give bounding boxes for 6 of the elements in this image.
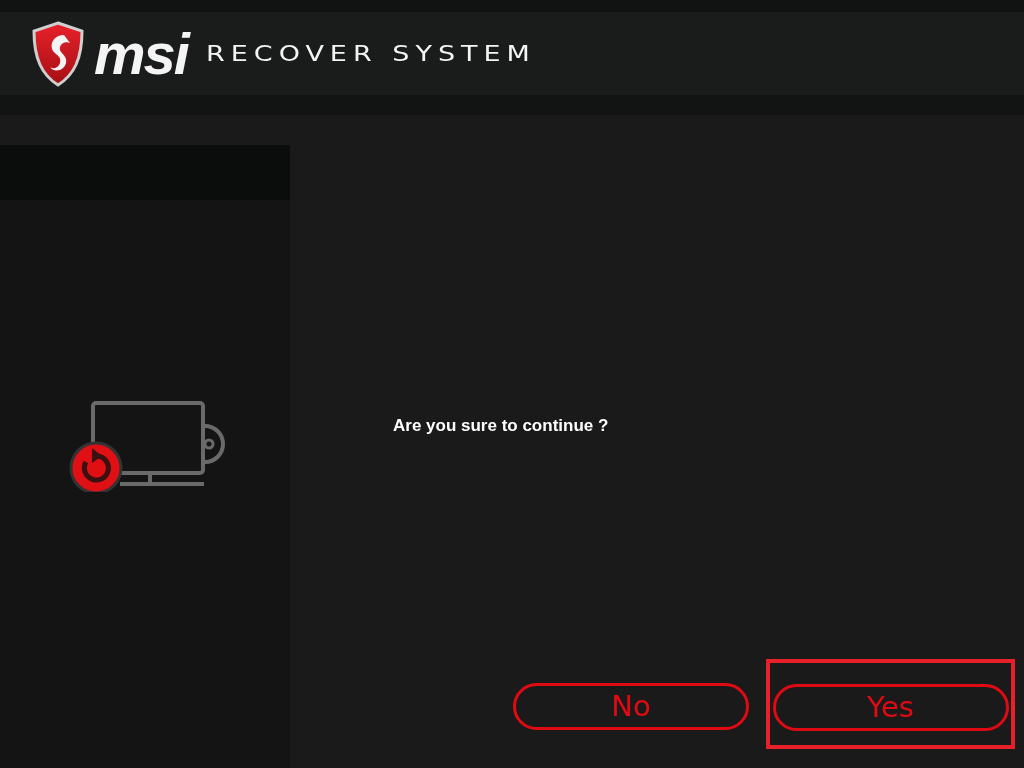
shield-logo-icon	[30, 20, 86, 87]
confirmation-message: Are you sure to continue ?	[393, 416, 609, 436]
brand-logo-text: msi	[94, 24, 188, 83]
dialog-button[interactable]: No	[513, 683, 749, 730]
dialog-button[interactable]: Yes	[772, 684, 1009, 731]
app-title: RECOVER SYSTEM	[205, 42, 536, 65]
